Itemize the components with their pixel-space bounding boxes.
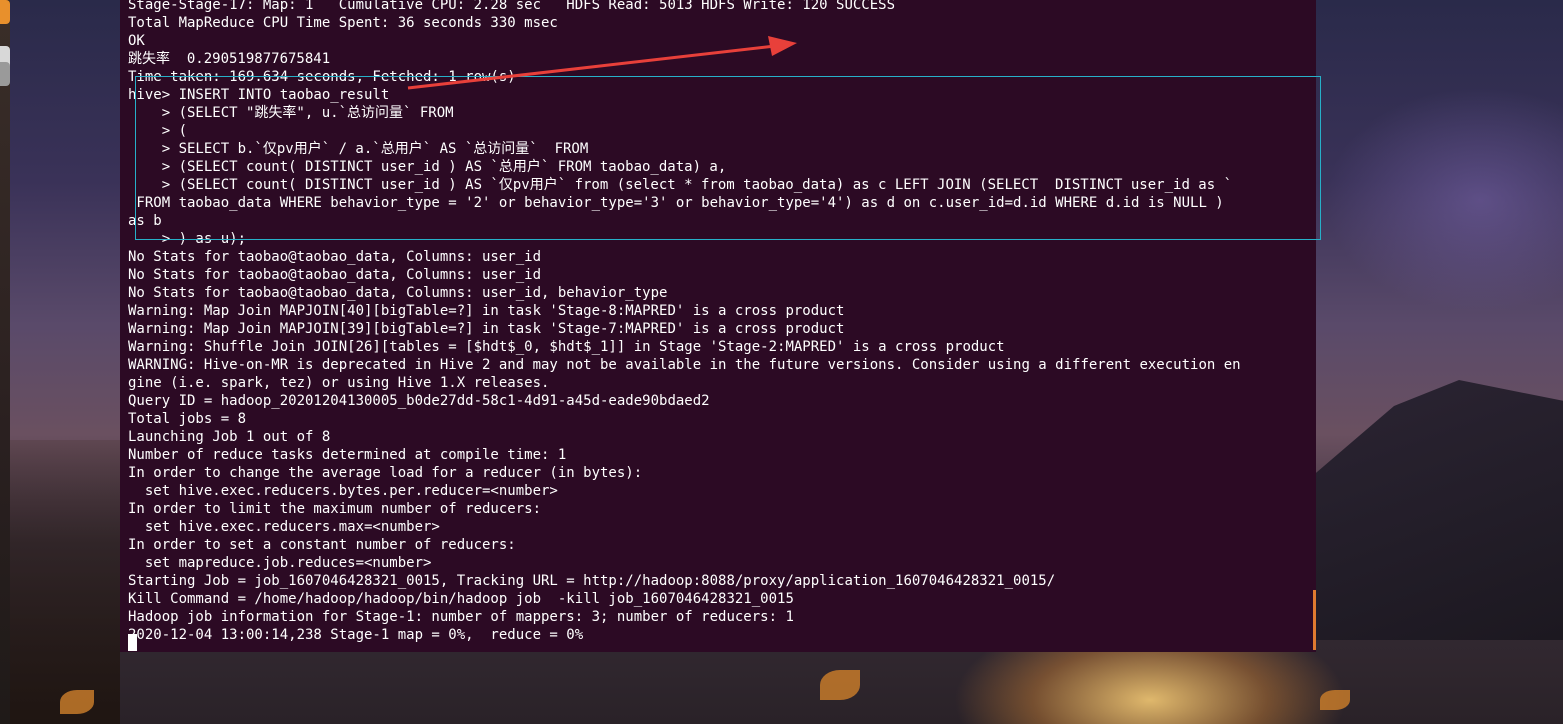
terminal-line: FROM taobao_data WHERE behavior_type = '… xyxy=(128,195,1224,211)
terminal-line: Hadoop job information for Stage-1: numb… xyxy=(128,609,794,625)
terminal-line: Total jobs = 8 xyxy=(128,411,247,427)
terminal-line: Kill Command = /home/hadoop/hadoop/bin/h… xyxy=(128,591,794,607)
terminal-line: set hive.exec.reducers.max=<number> xyxy=(128,519,440,535)
terminal-line: WARNING: Hive-on-MR is deprecated in Hiv… xyxy=(128,357,1241,373)
wallpaper-bridge-scene xyxy=(0,440,120,724)
terminal-line: Number of reduce tasks determined at com… xyxy=(128,447,567,463)
terminal-line: Query ID = hadoop_20201204130005_b0de27d… xyxy=(128,393,710,409)
terminal-line: No Stats for taobao@taobao_data, Columns… xyxy=(128,249,542,265)
launcher-sidebar xyxy=(0,0,10,724)
scrollbar-accent xyxy=(1313,590,1316,650)
terminal-line: gine (i.e. spark, tez) or using Hive 1.X… xyxy=(128,375,550,391)
terminal-line: set mapreduce.job.reduces=<number> xyxy=(128,555,432,571)
wallpaper-leaf xyxy=(60,690,94,714)
terminal-line: > ) as u); xyxy=(128,231,247,247)
terminal-line: > (SELECT count( DISTINCT user_id ) AS `… xyxy=(128,177,1233,193)
terminal-line: Warning: Map Join MAPJOIN[40][bigTable=?… xyxy=(128,303,845,319)
terminal-line: In order to limit the maximum number of … xyxy=(128,501,542,517)
terminal-line: > (SELECT "跳失率", u.`总访问量` FROM xyxy=(128,105,454,121)
wallpaper-leaf xyxy=(820,670,860,700)
terminal-line: Stage-Stage-17: Map: 1 Cumulative CPU: 2… xyxy=(128,0,896,13)
terminal-line: 跳失率 0.290519877675841 xyxy=(128,51,331,67)
terminal-line: as b xyxy=(128,213,162,229)
launcher-app-icon[interactable] xyxy=(0,0,10,24)
wallpaper-leaf xyxy=(1320,690,1350,710)
terminal-window[interactable]: Stage-Stage-17: Map: 1 Cumulative CPU: 2… xyxy=(120,0,1316,652)
terminal-line: No Stats for taobao@taobao_data, Columns… xyxy=(128,267,542,283)
terminal-line: Warning: Map Join MAPJOIN[39][bigTable=?… xyxy=(128,321,845,337)
terminal-line: set hive.exec.reducers.bytes.per.reducer… xyxy=(128,483,558,499)
terminal-cursor xyxy=(128,634,137,651)
terminal-line: 2020-12-04 13:00:14,238 Stage-1 map = 0%… xyxy=(128,627,584,643)
terminal-line: Warning: Shuffle Join JOIN[26][tables = … xyxy=(128,339,1005,355)
terminal-line: > ( xyxy=(128,123,188,139)
terminal-line: In order to set a constant number of red… xyxy=(128,537,516,553)
terminal-line: Time taken: 169.634 seconds, Fetched: 1 … xyxy=(128,69,516,85)
launcher-app-icon[interactable] xyxy=(0,62,10,86)
terminal-line: > (SELECT count( DISTINCT user_id ) AS `… xyxy=(128,159,727,175)
terminal-line: Total MapReduce CPU Time Spent: 36 secon… xyxy=(128,15,558,31)
terminal-line: In order to change the average load for … xyxy=(128,465,643,481)
terminal-line: Launching Job 1 out of 8 xyxy=(128,429,331,445)
terminal-line: hive> INSERT INTO taobao_result xyxy=(128,87,390,103)
terminal-line: > SELECT b.`仅pv用户` / a.`总用户` AS `总访问量` F… xyxy=(128,141,589,157)
terminal-line: No Stats for taobao@taobao_data, Columns… xyxy=(128,285,668,301)
terminal-line: OK xyxy=(128,33,145,49)
terminal-line: Starting Job = job_1607046428321_0015, T… xyxy=(128,573,1056,589)
